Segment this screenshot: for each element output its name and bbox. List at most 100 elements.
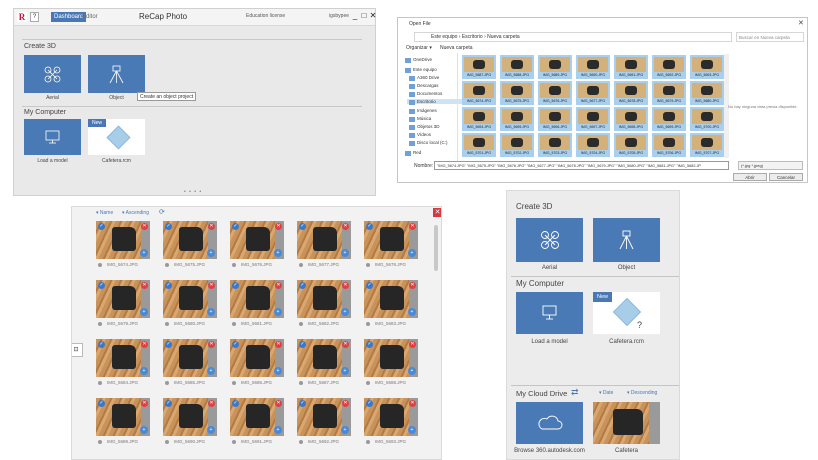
photo-thumbnail[interactable]: ✓ ✕ +: [297, 339, 351, 377]
photo-thumbnail[interactable]: ✓ ✕ +: [163, 221, 217, 259]
photo-thumbnail[interactable]: ✓ ✕ +: [163, 339, 217, 377]
photo-thumbnail[interactable]: ✓ ✕ +: [297, 221, 351, 259]
sort-by-name[interactable]: ▾ Name: [96, 210, 113, 216]
photo-thumbnail[interactable]: ✓ ✕ +: [230, 280, 284, 318]
check-icon[interactable]: ✓: [232, 400, 239, 407]
zoom-icon[interactable]: +: [341, 249, 349, 257]
file-thumbnail[interactable]: IMG_5675.JPG: [500, 81, 534, 105]
tree-item-music[interactable]: Música: [407, 116, 431, 122]
remove-icon[interactable]: ✕: [141, 282, 148, 289]
check-icon[interactable]: ✓: [366, 400, 373, 407]
remove-icon[interactable]: ✕: [208, 400, 215, 407]
sync-icon[interactable]: ⇄: [571, 387, 579, 398]
tree-item-a360[interactable]: A360 Drive: [407, 75, 439, 81]
zoom-icon[interactable]: +: [341, 426, 349, 434]
organize-button[interactable]: Organizar ▾: [406, 45, 432, 51]
remove-icon[interactable]: ✕: [141, 400, 148, 407]
remove-icon[interactable]: ✕: [275, 400, 282, 407]
photo-thumbnail[interactable]: ✓ ✕ +: [163, 398, 217, 436]
user-name[interactable]: igsbypee: [329, 13, 349, 19]
photo-thumbnail[interactable]: ✓ ✕ +: [230, 221, 284, 259]
file-thumbnail[interactable]: IMG_5699.JPG: [652, 107, 686, 131]
photo-thumbnail[interactable]: ✓ ✕ +: [230, 398, 284, 436]
remove-icon[interactable]: ✕: [275, 282, 282, 289]
remove-icon[interactable]: ✕: [409, 400, 416, 407]
file-thumbnail[interactable]: IMG_5704.JPG: [576, 133, 610, 157]
search-input[interactable]: Buscar en Nueva carpeta: [736, 32, 804, 42]
check-icon[interactable]: ✓: [98, 223, 105, 230]
photo-thumbnail[interactable]: ✓ ✕ +: [297, 280, 351, 318]
check-icon[interactable]: ✓: [366, 341, 373, 348]
remove-icon[interactable]: ✕: [208, 223, 215, 230]
tree-item-3d-objects[interactable]: Objetos 3D: [407, 124, 440, 130]
tree-item-network[interactable]: Red: [403, 150, 421, 156]
file-thumbnail[interactable]: IMG_5674.JPG: [462, 81, 496, 105]
tree-item-local-disk[interactable]: Disco local (C:): [407, 140, 448, 146]
tree-item-pictures[interactable]: Imágenes: [407, 108, 437, 114]
remove-icon[interactable]: ✕: [342, 282, 349, 289]
tree-item-desktop[interactable]: Escritorio: [407, 99, 463, 105]
check-icon[interactable]: ✓: [165, 282, 172, 289]
remove-icon[interactable]: ✕: [409, 223, 416, 230]
tree-item-downloads[interactable]: Descargas: [407, 83, 439, 89]
file-thumbnail[interactable]: IMG_5695.JPG: [500, 107, 534, 131]
sort-descending[interactable]: ▾ Descending: [627, 390, 657, 396]
check-icon[interactable]: ✓: [366, 223, 373, 230]
refresh-icon[interactable]: ⟳: [159, 208, 165, 216]
file-thumbnail[interactable]: IMG_5688.JPG: [500, 55, 534, 79]
photo-thumbnail[interactable]: ✓ ✕ +: [364, 339, 418, 377]
browse-360-tile[interactable]: [516, 402, 583, 444]
file-thumbnail[interactable]: IMG_5701.JPG: [462, 133, 496, 157]
photo-thumbnail[interactable]: ✓ ✕ +: [163, 280, 217, 318]
tab-editor[interactable]: Editor: [82, 12, 98, 22]
file-thumbnail[interactable]: IMG_5678.JPG: [614, 81, 648, 105]
file-thumbnail[interactable]: IMG_5696.JPG: [538, 107, 572, 131]
tree-item-onedrive[interactable]: OneDrive: [403, 57, 432, 63]
check-icon[interactable]: ✓: [232, 223, 239, 230]
file-thumbnail[interactable]: IMG_5693.JPG: [690, 55, 724, 79]
object-tile[interactable]: [88, 55, 145, 93]
zoom-icon[interactable]: +: [207, 308, 215, 316]
zoom-icon[interactable]: +: [274, 308, 282, 316]
remove-icon[interactable]: ✕: [208, 282, 215, 289]
file-thumbnail[interactable]: IMG_5690.JPG: [576, 55, 610, 79]
aerial-tile[interactable]: [24, 55, 81, 93]
aerial-tile[interactable]: [516, 218, 583, 262]
file-thumbnail[interactable]: IMG_5691.JPG: [614, 55, 648, 79]
zoom-icon[interactable]: +: [341, 367, 349, 375]
remove-icon[interactable]: ✕: [342, 223, 349, 230]
zoom-icon[interactable]: +: [408, 308, 416, 316]
tree-item-documents[interactable]: Documentos: [407, 91, 442, 97]
zoom-icon[interactable]: +: [140, 308, 148, 316]
check-icon[interactable]: ✓: [98, 282, 105, 289]
photo-thumbnail[interactable]: ✓ ✕ +: [96, 398, 150, 436]
file-thumbnail[interactable]: IMG_5680.JPG: [690, 81, 724, 105]
photo-thumbnail[interactable]: ✓ ✕ +: [96, 221, 150, 259]
check-icon[interactable]: ✓: [299, 400, 306, 407]
maximize-button[interactable]: □: [360, 11, 368, 21]
file-thumbnail[interactable]: IMG_5706.JPG: [652, 133, 686, 157]
file-thumbnail[interactable]: IMG_5687.JPG: [462, 55, 496, 79]
check-icon[interactable]: ✓: [232, 341, 239, 348]
remove-icon[interactable]: ✕: [275, 341, 282, 348]
remove-icon[interactable]: ✕: [409, 282, 416, 289]
zoom-icon[interactable]: +: [341, 308, 349, 316]
cafetera-tile[interactable]: New: [88, 119, 145, 155]
sort-ascending[interactable]: ▾ Ascending: [122, 210, 149, 216]
file-thumbnail[interactable]: IMG_5705.JPG: [614, 133, 648, 157]
tree-item-this-pc[interactable]: Este equipo: [403, 67, 437, 73]
check-icon[interactable]: ✓: [165, 223, 172, 230]
file-thumbnail[interactable]: IMG_5707.JPG: [690, 133, 724, 157]
file-thumbnail[interactable]: IMG_5689.JPG: [538, 55, 572, 79]
new-folder-button[interactable]: Nueva carpeta: [440, 45, 473, 51]
remove-icon[interactable]: ✕: [409, 341, 416, 348]
object-tile[interactable]: [593, 218, 660, 262]
zoom-icon[interactable]: +: [274, 426, 282, 434]
photo-thumbnail[interactable]: ✓ ✕ +: [364, 280, 418, 318]
cafetera-cloud-thumbnail[interactable]: [593, 402, 660, 444]
zoom-icon[interactable]: +: [274, 249, 282, 257]
filename-input[interactable]: "IMG_5674.JPG" "IMG_5675.JPG" "IMG_5676.…: [434, 161, 729, 170]
file-thumbnail[interactable]: IMG_5692.JPG: [652, 55, 686, 79]
dialog-close-icon[interactable]: ✕: [798, 19, 804, 27]
file-thumbnail[interactable]: IMG_5702.JPG: [500, 133, 534, 157]
